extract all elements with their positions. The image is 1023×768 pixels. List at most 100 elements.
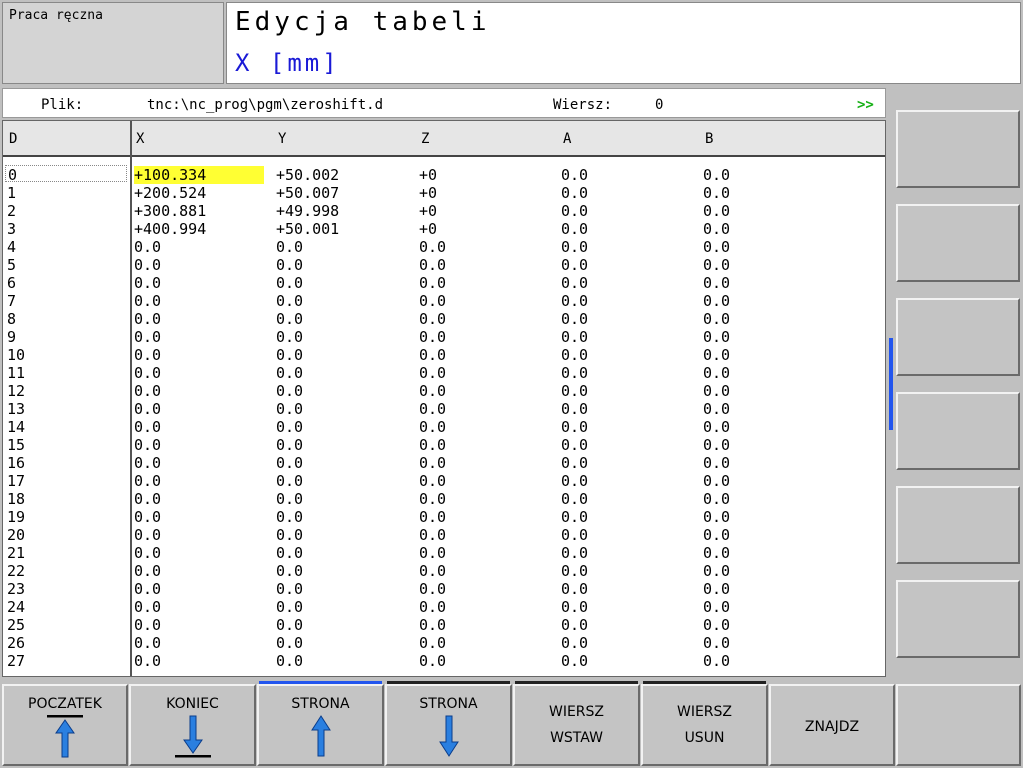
table-row[interactable]: 18 0.0 0.0 0.0 0.0 0.0 <box>3 489 885 508</box>
table-row[interactable]: 14 0.0 0.0 0.0 0.0 0.0 <box>3 417 885 436</box>
table-cell-y[interactable]: 0.0 <box>276 436 303 454</box>
table-cell-z[interactable]: 0.0 <box>419 382 446 400</box>
table-cell-a[interactable]: 0.0 <box>561 220 588 238</box>
table-cell-a[interactable]: 0.0 <box>561 418 588 436</box>
table-cell-x[interactable]: +400.994 <box>134 220 206 238</box>
table-cell-a[interactable]: 0.0 <box>561 346 588 364</box>
table-cell-y[interactable]: 0.0 <box>276 400 303 418</box>
table-row[interactable]: 3 +400.994 +50.001 +0 0.0 0.0 <box>3 219 885 238</box>
table-cell-y[interactable]: 0.0 <box>276 292 303 310</box>
table-cell-a[interactable]: 0.0 <box>561 616 588 634</box>
table-cell-y[interactable]: 0.0 <box>276 364 303 382</box>
table-cell-d[interactable]: 16 <box>7 454 25 472</box>
table-cell-x[interactable]: 0.0 <box>134 490 161 508</box>
table-cell-z[interactable]: 0.0 <box>419 652 446 670</box>
table-cell-d[interactable]: 3 <box>7 220 16 238</box>
table-row[interactable]: 13 0.0 0.0 0.0 0.0 0.0 <box>3 399 885 418</box>
table-cell-x[interactable]: 0.0 <box>134 436 161 454</box>
table-cell-z[interactable]: 0.0 <box>419 616 446 634</box>
table-row[interactable]: 20 0.0 0.0 0.0 0.0 0.0 <box>3 525 885 544</box>
table-cell-y[interactable]: 0.0 <box>276 526 303 544</box>
table-cell-d[interactable]: 7 <box>7 292 16 310</box>
table-cell-x[interactable]: 0.0 <box>134 256 161 274</box>
table-cell-y[interactable]: 0.0 <box>276 652 303 670</box>
table-cell-b[interactable]: 0.0 <box>703 364 730 382</box>
table-cell-d[interactable]: 17 <box>7 472 25 490</box>
table-cell-a[interactable]: 0.0 <box>561 274 588 292</box>
table-cell-z[interactable]: 0.0 <box>419 328 446 346</box>
table-cell-d[interactable]: 19 <box>7 508 25 526</box>
table-cell-x[interactable]: 0.0 <box>134 472 161 490</box>
table-row[interactable]: 2 +300.881 +49.998 +0 0.0 0.0 <box>3 201 885 220</box>
table-cell-a[interactable]: 0.0 <box>561 454 588 472</box>
table-cell-x[interactable]: 0.0 <box>134 382 161 400</box>
softkey-page-up[interactable]: STRONA <box>257 681 384 766</box>
table-cell-z[interactable]: 0.0 <box>419 544 446 562</box>
table-cell-y[interactable]: 0.0 <box>276 544 303 562</box>
table-cell-y[interactable]: 0.0 <box>276 454 303 472</box>
table-cell-y[interactable]: 0.0 <box>276 634 303 652</box>
vertical-softkey-3[interactable] <box>896 298 1020 376</box>
table-cell-y[interactable]: +50.007 <box>276 184 339 202</box>
table-cell-d[interactable]: 0 <box>5 165 127 184</box>
softkey-delete-row[interactable]: WIERSZ USUN <box>641 681 768 766</box>
table-cell-b[interactable]: 0.0 <box>703 184 730 202</box>
table-cell-y[interactable]: 0.0 <box>276 256 303 274</box>
table-cell-d[interactable]: 4 <box>7 238 16 256</box>
table-row[interactable]: 1 +200.524 +50.007 +0 0.0 0.0 <box>3 183 885 202</box>
table-cell-a[interactable]: 0.0 <box>561 328 588 346</box>
table-cell-d[interactable]: 20 <box>7 526 25 544</box>
table-cell-d[interactable]: 5 <box>7 256 16 274</box>
table-cell-b[interactable]: 0.0 <box>703 382 730 400</box>
table-cell-b[interactable]: 0.0 <box>703 256 730 274</box>
table-cell-d[interactable]: 23 <box>7 580 25 598</box>
table-cell-d[interactable]: 18 <box>7 490 25 508</box>
table-cell-z[interactable]: 0.0 <box>419 346 446 364</box>
table-cell-z[interactable]: +0 <box>419 184 437 202</box>
table-cell-x[interactable]: 0.0 <box>134 562 161 580</box>
table-row[interactable]: 0 +100.334 +50.002 +0 0.0 0.0 <box>3 165 885 184</box>
table-cell-d[interactable]: 15 <box>7 436 25 454</box>
table-row[interactable]: 7 0.0 0.0 0.0 0.0 0.0 <box>3 291 885 310</box>
table-row[interactable]: 16 0.0 0.0 0.0 0.0 0.0 <box>3 453 885 472</box>
table-cell-x[interactable]: 0.0 <box>134 508 161 526</box>
table-cell-x[interactable]: 0.0 <box>134 454 161 472</box>
table-cell-b[interactable]: 0.0 <box>703 526 730 544</box>
softkey-empty[interactable] <box>896 684 1021 766</box>
table-row[interactable]: 22 0.0 0.0 0.0 0.0 0.0 <box>3 561 885 580</box>
table-cell-a[interactable]: 0.0 <box>561 436 588 454</box>
table-row[interactable]: 15 0.0 0.0 0.0 0.0 0.0 <box>3 435 885 454</box>
table-cell-z[interactable]: 0.0 <box>419 562 446 580</box>
table-cell-b[interactable]: 0.0 <box>703 508 730 526</box>
table-cell-z[interactable]: 0.0 <box>419 310 446 328</box>
table-cell-y[interactable]: 0.0 <box>276 598 303 616</box>
more-columns-indicator[interactable]: >> <box>857 97 874 113</box>
table-cell-d[interactable]: 8 <box>7 310 16 328</box>
table-cell-x[interactable]: +300.881 <box>134 202 206 220</box>
table-cell-x[interactable]: 0.0 <box>134 652 161 670</box>
table-cell-z[interactable]: 0.0 <box>419 256 446 274</box>
table-cell-b[interactable]: 0.0 <box>703 220 730 238</box>
table-cell-a[interactable]: 0.0 <box>561 652 588 670</box>
table-cell-a[interactable]: 0.0 <box>561 310 588 328</box>
table-cell-d[interactable]: 6 <box>7 274 16 292</box>
table-row[interactable]: 4 0.0 0.0 0.0 0.0 0.0 <box>3 237 885 256</box>
table-cell-b[interactable]: 0.0 <box>703 292 730 310</box>
vertical-softkey-2[interactable] <box>896 204 1020 282</box>
table-cell-z[interactable]: 0.0 <box>419 472 446 490</box>
table-cell-b[interactable]: 0.0 <box>703 598 730 616</box>
table-cell-y[interactable]: 0.0 <box>276 328 303 346</box>
table-cell-y[interactable]: +50.001 <box>276 220 339 238</box>
table-cell-x[interactable]: 0.0 <box>134 274 161 292</box>
table-cell-d[interactable]: 11 <box>7 364 25 382</box>
table-cell-x[interactable]: 0.0 <box>134 238 161 256</box>
table-cell-a[interactable]: 0.0 <box>561 400 588 418</box>
table-row[interactable]: 17 0.0 0.0 0.0 0.0 0.0 <box>3 471 885 490</box>
table-cell-x[interactable]: 0.0 <box>134 544 161 562</box>
table-cell-b[interactable]: 0.0 <box>703 652 730 670</box>
table-row[interactable]: 6 0.0 0.0 0.0 0.0 0.0 <box>3 273 885 292</box>
table-cell-a[interactable]: 0.0 <box>561 256 588 274</box>
table-cell-a[interactable]: 0.0 <box>561 544 588 562</box>
table-cell-d[interactable]: 13 <box>7 400 25 418</box>
table-cell-y[interactable]: 0.0 <box>276 274 303 292</box>
